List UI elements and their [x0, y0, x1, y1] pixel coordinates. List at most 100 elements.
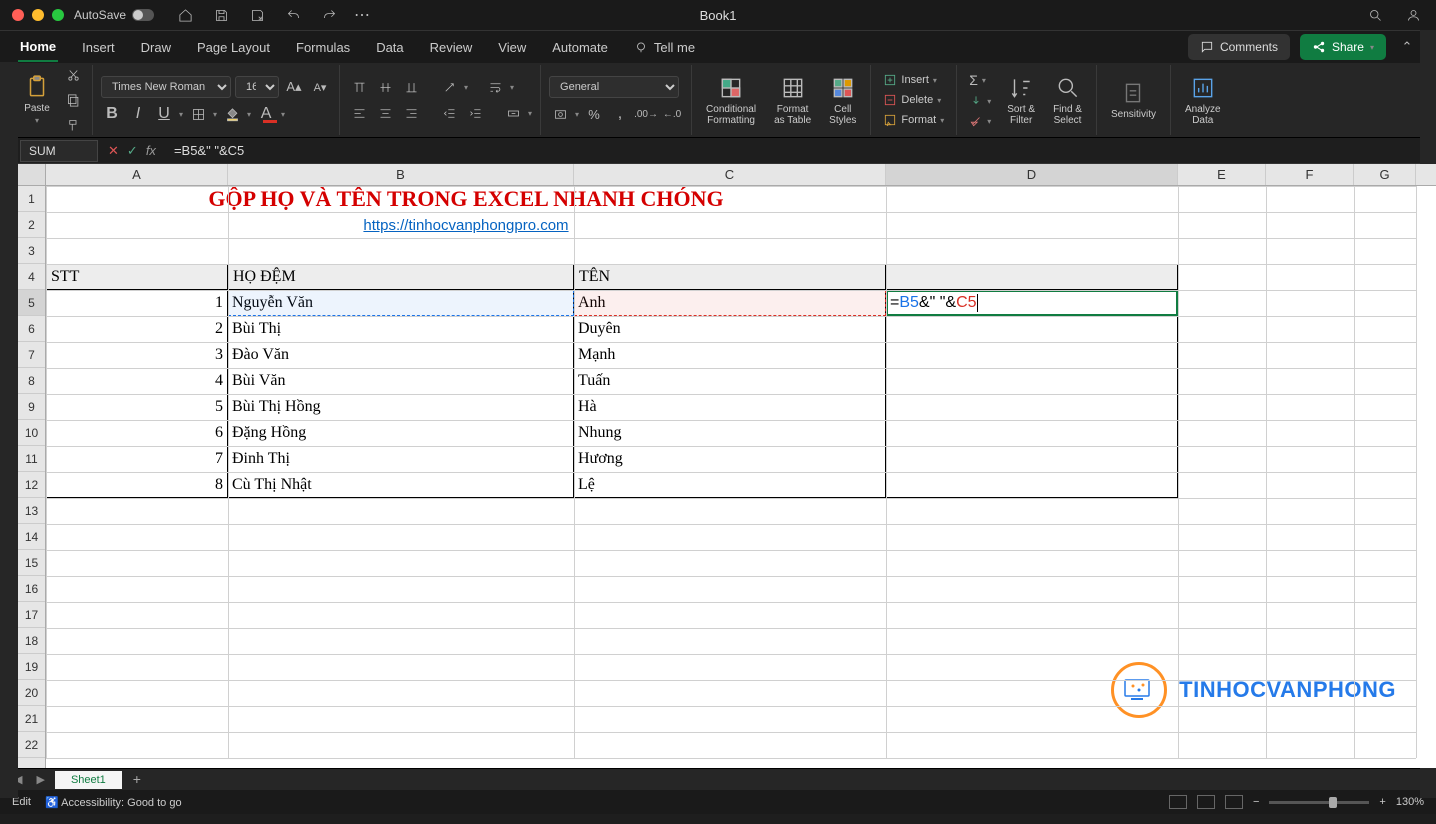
- cell-ten[interactable]: Hương: [574, 446, 886, 472]
- zoom-slider[interactable]: [1269, 801, 1369, 804]
- cell-stt[interactable]: 8: [46, 472, 228, 498]
- name-box[interactable]: [20, 140, 98, 162]
- switch-icon[interactable]: [132, 9, 154, 21]
- align-left-icon[interactable]: [348, 103, 370, 123]
- cell-ten[interactable]: Nhung: [574, 420, 886, 446]
- conditional-formatting-button[interactable]: Conditional Formatting: [700, 73, 762, 128]
- tab-page-layout[interactable]: Page Layout: [195, 34, 272, 61]
- spreadsheet-grid[interactable]: A B C D E F G 12345678910111213141516171…: [0, 164, 1436, 768]
- copy-icon[interactable]: [62, 90, 84, 110]
- accessibility-status[interactable]: ♿ Accessibility: Good to go: [45, 796, 182, 809]
- link-cell[interactable]: https://tinhocvanphongpro.com: [46, 212, 886, 238]
- number-format-select[interactable]: General: [549, 76, 679, 98]
- font-family-select[interactable]: Times New Roman: [101, 76, 231, 98]
- decrease-indent-icon[interactable]: [438, 103, 460, 123]
- sort-filter-button[interactable]: Sort & Filter: [1001, 73, 1041, 128]
- align-middle-icon[interactable]: [374, 77, 396, 97]
- save-as-icon[interactable]: [246, 5, 268, 25]
- row-header-17[interactable]: 17: [18, 602, 45, 628]
- underline-icon[interactable]: U: [153, 104, 175, 124]
- tab-home[interactable]: Home: [18, 33, 58, 62]
- maximize-window-icon[interactable]: [52, 9, 64, 21]
- decrease-decimal-icon[interactable]: ←.0: [661, 104, 683, 124]
- row-header-15[interactable]: 15: [18, 550, 45, 576]
- decrease-font-icon[interactable]: A▾: [309, 77, 331, 97]
- borders-icon[interactable]: [187, 104, 209, 124]
- undo-icon[interactable]: [282, 5, 304, 25]
- format-cells-button[interactable]: Format ▾: [879, 112, 948, 128]
- cell-stt[interactable]: 5: [46, 394, 228, 420]
- align-top-icon[interactable]: [348, 77, 370, 97]
- row-header-16[interactable]: 16: [18, 576, 45, 602]
- row-header-8[interactable]: 8: [18, 368, 45, 394]
- row-header-12[interactable]: 12: [18, 472, 45, 498]
- tab-data[interactable]: Data: [374, 34, 405, 61]
- cell-ten[interactable]: Duyên: [574, 316, 886, 342]
- cell-stt[interactable]: 2: [46, 316, 228, 342]
- enter-formula-icon[interactable]: ✓: [127, 143, 138, 159]
- cell-ten[interactable]: Mạnh: [574, 342, 886, 368]
- align-center-icon[interactable]: [374, 103, 396, 123]
- cell-hodem[interactable]: Đặng Hồng: [228, 420, 574, 446]
- cell-stt[interactable]: 1: [46, 290, 228, 316]
- page-layout-view-icon[interactable]: [1197, 795, 1215, 809]
- redo-icon[interactable]: [318, 5, 340, 25]
- cell-stt[interactable]: 6: [46, 420, 228, 446]
- row-header-2[interactable]: 2: [18, 212, 45, 238]
- zoom-in-icon[interactable]: +: [1379, 796, 1385, 808]
- tab-formulas[interactable]: Formulas: [294, 34, 352, 61]
- increase-indent-icon[interactable]: [464, 103, 486, 123]
- sheet-nav-next-icon[interactable]: ▶: [32, 773, 48, 786]
- col-header-e[interactable]: E: [1178, 164, 1266, 185]
- wrap-text-icon[interactable]: [484, 77, 506, 97]
- autosave-toggle[interactable]: AutoSave: [74, 8, 154, 22]
- cell-result[interactable]: [886, 368, 1178, 394]
- formula-input[interactable]: =B5&" "&C5: [172, 141, 1410, 160]
- row-header-21[interactable]: 21: [18, 706, 45, 732]
- font-size-select[interactable]: 16: [235, 76, 279, 98]
- row-header-9[interactable]: 9: [18, 394, 45, 420]
- share-button[interactable]: Share ▾: [1300, 34, 1386, 60]
- page-break-view-icon[interactable]: [1225, 795, 1243, 809]
- align-bottom-icon[interactable]: [400, 77, 422, 97]
- row-header-3[interactable]: 3: [18, 238, 45, 264]
- fx-icon[interactable]: fx: [146, 143, 156, 158]
- col-header-g[interactable]: G: [1354, 164, 1416, 185]
- insert-cells-button[interactable]: Insert ▾: [879, 72, 948, 88]
- cell-hodem[interactable]: Đào Văn: [228, 342, 574, 368]
- header-stt[interactable]: STT: [46, 264, 228, 290]
- close-window-icon[interactable]: [12, 9, 24, 21]
- cell-result[interactable]: [886, 420, 1178, 446]
- cancel-formula-icon[interactable]: ✕: [108, 143, 119, 159]
- header-hodem[interactable]: HỌ ĐỆM: [228, 264, 574, 290]
- cell-ten[interactable]: Tuấn: [574, 368, 886, 394]
- row-header-7[interactable]: 7: [18, 342, 45, 368]
- account-icon[interactable]: [1402, 5, 1424, 25]
- cut-icon[interactable]: [62, 65, 84, 85]
- select-all-corner[interactable]: [18, 164, 46, 185]
- row-header-5[interactable]: 5: [18, 290, 45, 316]
- cell-result[interactable]: [886, 472, 1178, 498]
- percent-icon[interactable]: %: [583, 104, 605, 124]
- format-as-table-button[interactable]: Format as Table: [768, 73, 817, 128]
- editing-cell-d5[interactable]: =B5&" "&C5: [886, 290, 1178, 316]
- cell-result[interactable]: [886, 394, 1178, 420]
- title-cell[interactable]: GỘP HỌ VÀ TÊN TRONG EXCEL NHANH CHÓNG: [46, 186, 886, 212]
- sensitivity-button[interactable]: Sensitivity: [1105, 78, 1162, 122]
- more-icon[interactable]: ⋯: [354, 5, 370, 25]
- cell-hodem[interactable]: Nguyễn Văn: [228, 290, 574, 316]
- sheet-tab[interactable]: Sheet1: [55, 771, 122, 789]
- cell-stt[interactable]: 7: [46, 446, 228, 472]
- col-header-b[interactable]: B: [228, 164, 574, 185]
- delete-cells-button[interactable]: Delete ▾: [879, 92, 948, 108]
- row-header-18[interactable]: 18: [18, 628, 45, 654]
- row-header-20[interactable]: 20: [18, 680, 45, 706]
- row-header-22[interactable]: 22: [18, 732, 45, 758]
- cell-hodem[interactable]: Cù Thị Nhật: [228, 472, 574, 498]
- minimize-window-icon[interactable]: [32, 9, 44, 21]
- merge-icon[interactable]: [502, 103, 524, 123]
- row-header-14[interactable]: 14: [18, 524, 45, 550]
- fill-color-icon[interactable]: [221, 104, 243, 124]
- comma-icon[interactable]: ,: [609, 104, 631, 124]
- normal-view-icon[interactable]: [1169, 795, 1187, 809]
